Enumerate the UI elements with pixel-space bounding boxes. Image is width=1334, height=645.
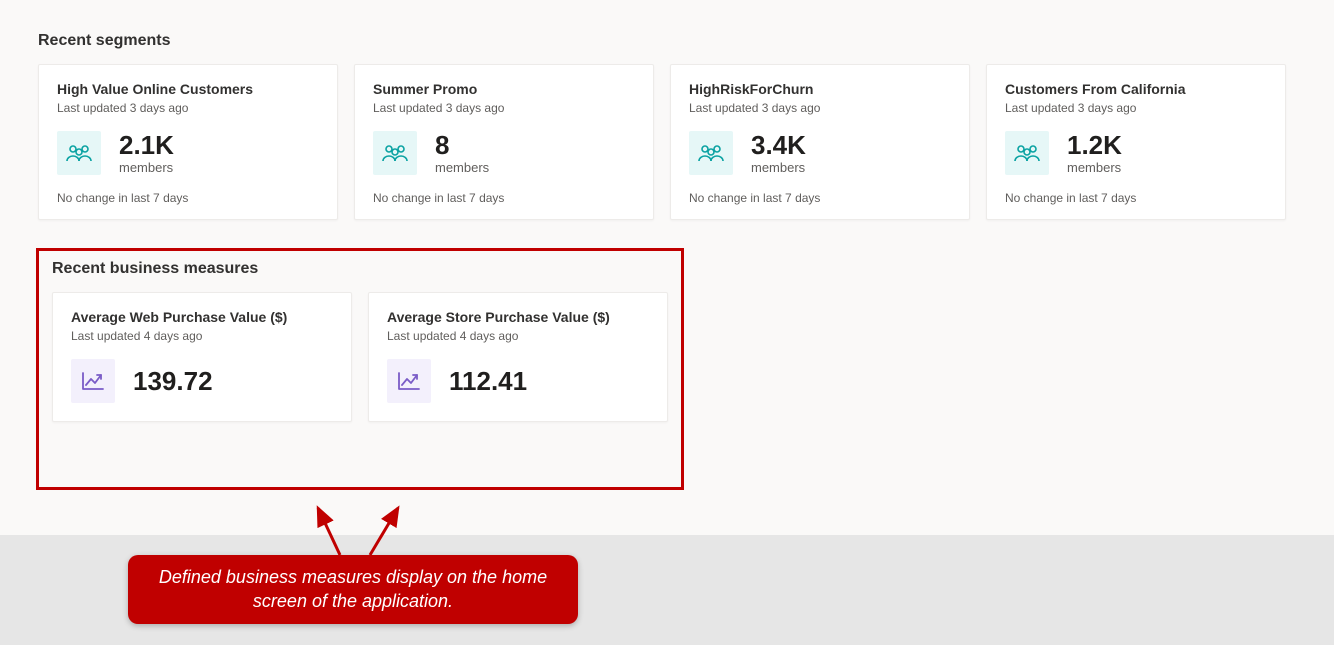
segment-metric-value: 2.1K [119,131,174,160]
measure-metric-value: 139.72 [133,367,213,396]
measures-section-title: Recent business measures [52,260,1282,278]
measure-card-subtitle: Last updated 4 days ago [71,329,333,343]
measure-card-title: Average Store Purchase Value ($) [387,309,649,325]
segment-card-title: Customers From California [1005,81,1267,97]
measure-card-subtitle: Last updated 4 days ago [387,329,649,343]
segment-card[interactable]: Customers From California Last updated 3… [986,64,1286,220]
segment-metric-label: members [1067,160,1122,175]
segment-card-subtitle: Last updated 3 days ago [373,101,635,115]
members-icon [1005,131,1049,175]
segments-section-title: Recent segments [38,32,1296,50]
measure-card[interactable]: Average Web Purchase Value ($) Last upda… [52,292,352,422]
measure-card[interactable]: Average Store Purchase Value ($) Last up… [368,292,668,422]
segment-card-footer: No change in last 7 days [689,191,951,205]
segment-card[interactable]: HighRiskForChurn Last updated 3 days ago… [670,64,970,220]
segment-metric-label: members [751,160,806,175]
segment-card-subtitle: Last updated 3 days ago [689,101,951,115]
segment-card-footer: No change in last 7 days [1005,191,1267,205]
segment-metric-value: 3.4K [751,131,806,160]
segment-metric-label: members [435,160,489,175]
segment-card[interactable]: High Value Online Customers Last updated… [38,64,338,220]
measure-metric-value: 112.41 [449,367,527,396]
members-icon [689,131,733,175]
chart-trend-icon [387,359,431,403]
segment-card-title: High Value Online Customers [57,81,319,97]
segment-card-subtitle: Last updated 3 days ago [1005,101,1267,115]
segments-cards-row: High Value Online Customers Last updated… [38,64,1296,220]
segment-card[interactable]: Summer Promo Last updated 3 days ago 8 m… [354,64,654,220]
annotation-callout: Defined business measures display on the… [128,555,578,624]
segment-card-footer: No change in last 7 days [373,191,635,205]
chart-trend-icon [71,359,115,403]
segment-card-title: HighRiskForChurn [689,81,951,97]
measure-card-title: Average Web Purchase Value ($) [71,309,333,325]
members-icon [373,131,417,175]
measures-cards-row: Average Web Purchase Value ($) Last upda… [52,292,1282,422]
segment-metric-label: members [119,160,174,175]
members-icon [57,131,101,175]
segment-metric-value: 1.2K [1067,131,1122,160]
segment-card-title: Summer Promo [373,81,635,97]
segment-card-subtitle: Last updated 3 days ago [57,101,319,115]
segment-card-footer: No change in last 7 days [57,191,319,205]
segment-metric-value: 8 [435,131,489,160]
